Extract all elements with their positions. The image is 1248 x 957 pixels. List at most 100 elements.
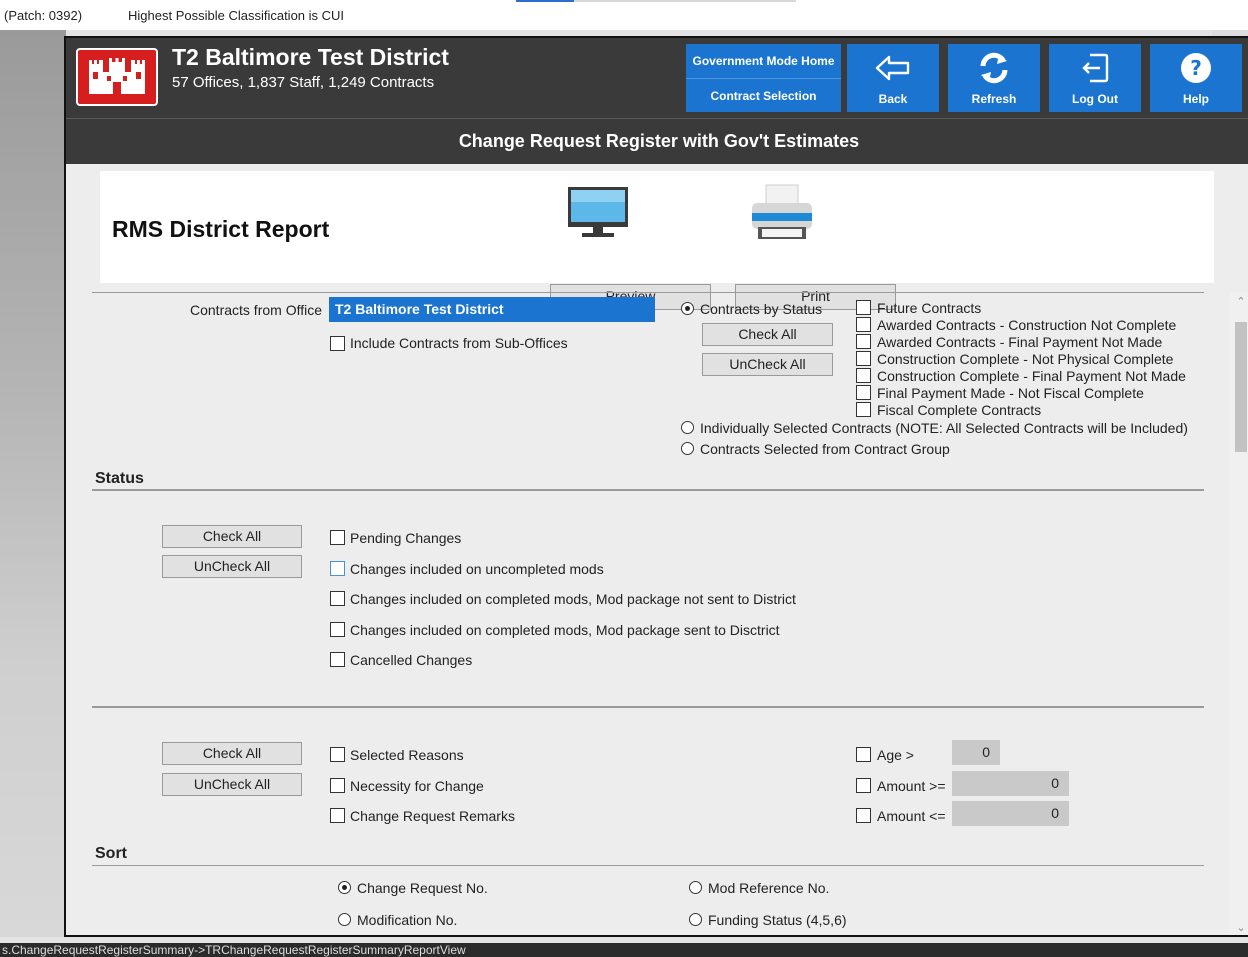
completed-mods-not-sent-checkbox[interactable] bbox=[330, 591, 345, 606]
field-option-label: Change Request Remarks bbox=[350, 808, 515, 824]
completed-mods-sent-checkbox[interactable] bbox=[330, 622, 345, 637]
contracts-by-status-radio[interactable] bbox=[681, 302, 694, 315]
help-label: Help bbox=[1182, 92, 1209, 106]
contract-selection-button[interactable]: Contract Selection bbox=[686, 78, 841, 112]
status-option-label: Awarded Contracts - Final Payment Not Ma… bbox=[877, 334, 1163, 350]
necessity-for-change-checkbox[interactable] bbox=[330, 778, 345, 793]
status-awarded-final-payment-checkbox[interactable] bbox=[856, 334, 871, 349]
back-label: Back bbox=[878, 92, 908, 106]
report-title: RMS District Report bbox=[112, 216, 330, 242]
status-filter-label: Changes included on uncompleted mods bbox=[350, 561, 604, 577]
office-selector[interactable]: T2 Baltimore Test District bbox=[329, 297, 655, 322]
status-filter-label: Changes included on completed mods, Mod … bbox=[350, 591, 796, 607]
include-sub-offices-label: Include Contracts from Sub-Offices bbox=[350, 335, 568, 351]
fields-check-all-button[interactable]: Check All bbox=[162, 742, 302, 765]
report-panel: RMS District Report Preview Print bbox=[100, 171, 1214, 310]
refresh-button[interactable]: Refresh bbox=[948, 44, 1040, 112]
status-option-label: Fiscal Complete Contracts bbox=[877, 402, 1042, 418]
status-divider bbox=[92, 489, 1204, 491]
status-future-checkbox[interactable] bbox=[856, 300, 871, 315]
contracts-check-all-button[interactable]: Check All bbox=[702, 323, 833, 346]
sort-funding-status-label: Funding Status (4,5,6) bbox=[708, 912, 847, 928]
include-sub-offices-checkbox[interactable] bbox=[330, 336, 345, 351]
status-final-payment-not-fiscal-checkbox[interactable] bbox=[856, 385, 871, 400]
log-out-button[interactable]: Log Out bbox=[1049, 44, 1141, 112]
amount-max-label: Amount <= bbox=[877, 808, 946, 824]
amount-min-checkbox[interactable] bbox=[856, 778, 871, 793]
back-button[interactable]: Back bbox=[847, 44, 939, 112]
amount-max-input[interactable]: 0 bbox=[952, 801, 1069, 826]
government-mode-home-button[interactable]: Government Mode Home bbox=[686, 44, 841, 78]
status-option-label: Construction Complete - Not Physical Com… bbox=[877, 351, 1174, 367]
status-filter-label: Pending Changes bbox=[350, 530, 462, 546]
status-construction-final-payment-checkbox[interactable] bbox=[856, 368, 871, 383]
sort-modification-no-radio[interactable] bbox=[338, 913, 351, 926]
refresh-icon bbox=[948, 50, 1040, 86]
fields-divider bbox=[92, 706, 1204, 708]
status-option-label: Construction Complete - Final Payment No… bbox=[877, 368, 1186, 384]
svg-text:?: ? bbox=[1190, 56, 1202, 80]
status-option-label: Final Payment Made - Not Fiscal Complete bbox=[877, 385, 1144, 401]
log-out-label: Log Out bbox=[1072, 92, 1118, 106]
cancelled-changes-checkbox[interactable] bbox=[330, 652, 345, 667]
contracts-uncheck-all-button[interactable]: UnCheck All bbox=[702, 353, 833, 376]
contract-group-label: Contracts Selected from Contract Group bbox=[700, 441, 950, 457]
classification-label: Highest Possible Classification is CUI bbox=[128, 8, 345, 23]
progress-indicator bbox=[516, 0, 796, 2]
sort-funding-status-radio[interactable] bbox=[689, 913, 702, 926]
contract-group-radio[interactable] bbox=[681, 442, 694, 455]
sort-modification-no-label: Modification No. bbox=[357, 912, 458, 928]
divider bbox=[92, 292, 1204, 293]
sort-change-request-no-label: Change Request No. bbox=[357, 880, 488, 896]
age-input[interactable]: 0 bbox=[952, 740, 1000, 765]
sort-mod-reference-no-radio[interactable] bbox=[689, 881, 702, 894]
amount-max-checkbox[interactable] bbox=[856, 808, 871, 823]
app-window: T2 Baltimore Test District 57 Offices, 1… bbox=[64, 36, 1248, 937]
age-checkbox[interactable] bbox=[856, 747, 871, 762]
monitor-icon bbox=[566, 185, 630, 241]
sort-heading: Sort bbox=[95, 845, 127, 862]
amount-min-input[interactable]: 0 bbox=[952, 771, 1069, 796]
field-option-label: Necessity for Change bbox=[350, 778, 484, 794]
amount-min-label: Amount >= bbox=[877, 778, 946, 794]
vertical-scrollbar[interactable]: ⌃ ⌄ bbox=[1230, 292, 1248, 935]
status-bar: s.ChangeRequestRegisterSummary->TRChange… bbox=[0, 943, 1248, 957]
pending-changes-checkbox[interactable] bbox=[330, 530, 345, 545]
sort-change-request-no-radio[interactable] bbox=[338, 881, 351, 894]
back-arrow-icon bbox=[847, 50, 939, 86]
selected-reasons-checkbox[interactable] bbox=[330, 747, 345, 762]
status-construction-not-physical-checkbox[interactable] bbox=[856, 351, 871, 366]
printer-icon bbox=[748, 183, 816, 243]
scroll-down-icon[interactable]: ⌄ bbox=[1230, 921, 1248, 934]
change-request-remarks-checkbox[interactable] bbox=[330, 808, 345, 823]
help-button[interactable]: ? Help bbox=[1150, 44, 1242, 112]
help-icon: ? bbox=[1150, 50, 1242, 86]
status-option-label: Awarded Contracts - Construction Not Com… bbox=[877, 317, 1177, 333]
contracts-by-status-label: Contracts by Status bbox=[700, 301, 823, 317]
district-stats: 57 Offices, 1,837 Staff, 1,249 Contracts bbox=[172, 74, 435, 91]
scrollbar-thumb[interactable] bbox=[1235, 322, 1247, 452]
log-out-icon bbox=[1049, 50, 1141, 86]
sort-divider bbox=[92, 865, 1204, 866]
report-options: Contracts from Office T2 Baltimore Test … bbox=[66, 292, 1230, 935]
contracts-from-office-label: Contracts from Office bbox=[190, 302, 323, 318]
uncompleted-mods-checkbox[interactable] bbox=[330, 561, 345, 576]
castle-logo-icon bbox=[76, 48, 158, 106]
status-filter-label: Cancelled Changes bbox=[350, 652, 473, 668]
district-name: T2 Baltimore Test District bbox=[172, 44, 449, 70]
status-awarded-not-complete-checkbox[interactable] bbox=[856, 317, 871, 332]
fields-uncheck-all-button[interactable]: UnCheck All bbox=[162, 773, 302, 796]
status-uncheck-all-button[interactable]: UnCheck All bbox=[162, 555, 302, 578]
status-heading: Status bbox=[95, 470, 144, 487]
field-option-label: Selected Reasons bbox=[350, 747, 464, 763]
individually-selected-radio[interactable] bbox=[681, 421, 694, 434]
status-fiscal-complete-checkbox[interactable] bbox=[856, 402, 871, 417]
refresh-label: Refresh bbox=[971, 92, 1017, 106]
age-label: Age > bbox=[877, 747, 914, 763]
patch-label: (Patch: 0392) bbox=[4, 8, 83, 23]
background-left bbox=[0, 30, 66, 937]
individually-selected-label: Individually Selected Contracts (NOTE: A… bbox=[700, 420, 1188, 436]
top-info-bar: (Patch: 0392) Highest Possible Classific… bbox=[0, 0, 1248, 30]
scroll-up-icon[interactable]: ⌃ bbox=[1230, 295, 1248, 308]
status-check-all-button[interactable]: Check All bbox=[162, 525, 302, 548]
